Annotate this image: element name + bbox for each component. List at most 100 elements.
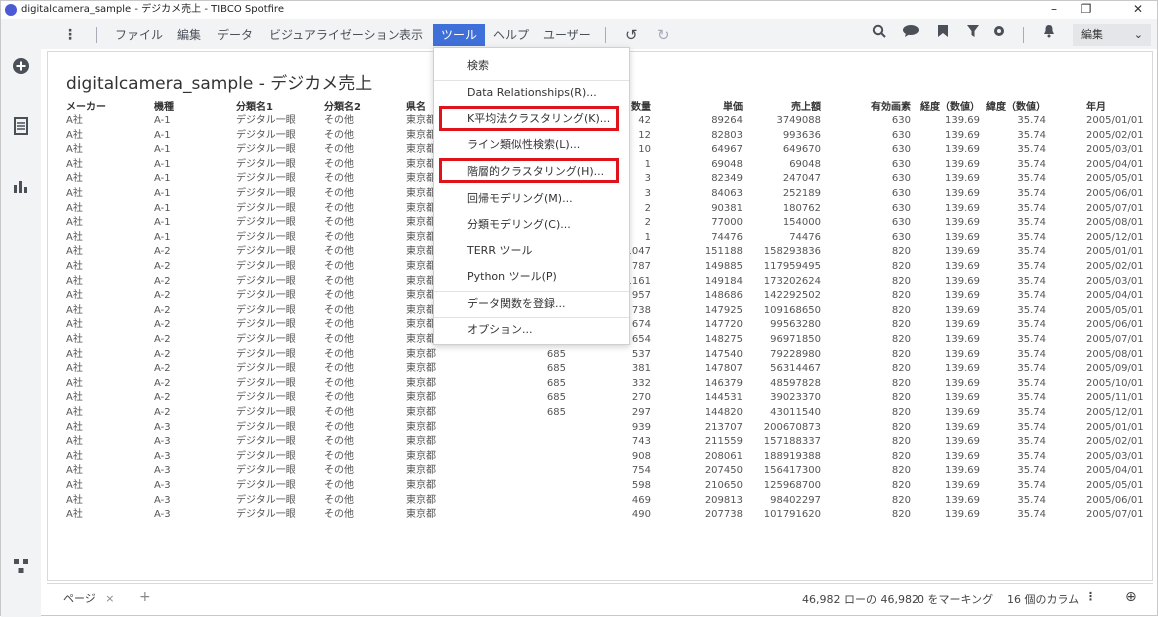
column-header[interactable]: 単価: [686, 98, 743, 113]
menu-tools[interactable]: ツール: [433, 24, 486, 46]
tree-icon[interactable]: [9, 557, 33, 581]
table-row[interactable]: A社 A-3 デジタル一眼 その他 東京都 754 207450 156417300 820 13…: [66, 464, 1146, 479]
globe-icon[interactable]: ⊕: [1125, 589, 1137, 605]
menu-visualization[interactable]: ビジュアライゼーション: [269, 24, 400, 46]
table-cell: A社: [66, 275, 83, 287]
table-cell: 35.74: [1017, 304, 1046, 316]
table-cell: 2005/08/01: [1086, 348, 1144, 360]
table-cell: 139.69: [945, 129, 980, 141]
table-row[interactable]: A社 A-3 デジタル一眼 その他 東京都 908 208061 188919388 820 13…: [66, 450, 1146, 465]
column-header[interactable]: 分類名1: [236, 98, 316, 113]
column-header[interactable]: 経度（数値）: [918, 98, 980, 113]
table-cell: 2005/03/01: [1086, 450, 1144, 462]
menu-item-register-data-functions[interactable]: データ関数を登録...: [434, 292, 629, 316]
table-cell: A社: [66, 261, 83, 272]
table-cell: 90381: [711, 202, 743, 214]
bookmark-icon[interactable]: [933, 24, 953, 44]
table-cell: 297: [631, 407, 651, 418]
table-cell: A社: [66, 436, 83, 448]
title-bar: digitalcamera_sample - デジカメ売上 - TIBCO Sp…: [1, 1, 1157, 19]
table-row[interactable]: A社 A-3 デジタル一眼 その他 東京都 598 210650 125968700 820 13…: [66, 479, 1146, 494]
table-row[interactable]: A社 A-2 デジタル一眼 その他 東京都 685 270 144531 39023370 820…: [66, 391, 1146, 406]
table-cell: 211559: [704, 436, 743, 448]
table-cell: A-2: [154, 348, 171, 360]
menu-file[interactable]: ファイル: [115, 24, 163, 46]
table-cell: デジタル一眼: [236, 246, 296, 258]
restore-button[interactable]: ❐: [1071, 1, 1101, 19]
menu-edit[interactable]: 編集: [177, 24, 201, 46]
table-cell: 148275: [704, 334, 743, 345]
table-cell: 381: [631, 363, 651, 375]
column-header[interactable]: 機種: [154, 98, 204, 113]
table-cell: 東京都: [406, 202, 436, 214]
table-cell: 2005/07/01: [1086, 509, 1144, 521]
undo-icon[interactable]: ↺: [625, 24, 638, 46]
table-cell: 35.74: [1017, 480, 1046, 491]
table-cell: 35.74: [1017, 246, 1046, 258]
table-row[interactable]: A社 A-2 デジタル一眼 その他 東京都 685 381 147807 56314467 820…: [66, 362, 1146, 377]
table-cell: デジタル一眼: [236, 304, 296, 316]
column-header[interactable]: 緯度（数値）: [986, 98, 1046, 113]
close-window-button[interactable]: ✕: [1123, 1, 1153, 19]
table-row[interactable]: A社 A-3 デジタル一眼 その他 東京都 490 207738 101791620 820 13…: [66, 508, 1146, 523]
page-tab[interactable]: ページ ×: [63, 590, 115, 606]
menu-item-classification-modeling[interactable]: 分類モデリング(C)...: [434, 213, 629, 237]
menu-data[interactable]: データ: [217, 24, 253, 46]
table-cell: A社: [66, 173, 83, 185]
search-icon[interactable]: [869, 24, 889, 44]
filter-icon[interactable]: [963, 24, 983, 44]
more-options-icon[interactable]: ⋮: [1085, 590, 1096, 603]
add-icon[interactable]: [9, 57, 33, 81]
table-row[interactable]: A社 A-3 デジタル一眼 その他 東京都 469 209813 98402297 820 139…: [66, 494, 1146, 509]
table-cell: 東京都: [406, 334, 436, 345]
menu-item-python-tools[interactable]: Python ツール(P): [434, 265, 629, 289]
kebab-menu-icon[interactable]: ⋮: [63, 24, 77, 46]
table-row[interactable]: A社 A-2 デジタル一眼 その他 東京都 685 297 144820 43011540 820…: [66, 406, 1146, 421]
table-cell: 84063: [711, 188, 743, 199]
redo-icon[interactable]: ↻: [657, 24, 670, 46]
table-cell: 630: [891, 144, 911, 156]
data-table-icon[interactable]: [9, 117, 33, 141]
column-header[interactable]: 県名: [406, 98, 436, 113]
table-cell: 147540: [704, 348, 743, 360]
menu-item-search[interactable]: 検索: [434, 54, 629, 78]
menu-item-terr-tools[interactable]: TERR ツール: [434, 239, 629, 263]
close-icon[interactable]: ×: [105, 592, 114, 605]
table-cell: 東京都: [406, 421, 436, 433]
menu-item-line-similarity[interactable]: ライン類似性検索(L)...: [434, 133, 629, 157]
menu-item-data-relationships[interactable]: Data Relationships(R)...: [434, 81, 629, 105]
table-cell: 東京都: [406, 377, 436, 389]
menu-view[interactable]: 表示: [399, 24, 423, 46]
column-header[interactable]: 売上額: [756, 98, 821, 113]
table-cell: 820: [891, 436, 911, 448]
menu-user[interactable]: ユーザー: [543, 24, 591, 46]
table-cell: 685: [546, 348, 566, 360]
table-row[interactable]: A社 A-3 デジタル一眼 その他 東京都 743 211559 157188337 820 13…: [66, 435, 1146, 450]
menu-item-options[interactable]: オプション...: [434, 318, 629, 342]
table-cell: 146379: [704, 377, 743, 389]
bar-chart-icon[interactable]: [9, 177, 33, 201]
column-header[interactable]: 分類名2: [324, 98, 384, 113]
column-header[interactable]: 有効画素: [846, 98, 911, 113]
table-cell: その他: [324, 494, 354, 506]
minimize-button[interactable]: –: [1039, 1, 1069, 19]
column-header[interactable]: 年月: [1086, 98, 1146, 113]
table-cell: A-2: [154, 290, 171, 302]
table-row[interactable]: A社 A-2 デジタル一眼 その他 東京都 685 332 146379 48597828 820…: [66, 377, 1146, 392]
bell-icon[interactable]: [1039, 24, 1059, 44]
menu-bar: ⋮ ファイル 編集 データ ビジュアライゼーション 表示 ツール ヘルプ ユーザ…: [1, 19, 1157, 49]
menu-help[interactable]: ヘルプ: [493, 24, 529, 46]
table-row[interactable]: A社 A-2 デジタル一眼 その他 東京都 685 537 147540 79228980 820…: [66, 348, 1146, 363]
table-cell: 35.74: [1017, 377, 1046, 389]
table-cell: デジタル一眼: [236, 377, 296, 389]
table-row[interactable]: A社 A-3 デジタル一眼 その他 東京都 939 213707 200670873 820 13…: [66, 421, 1146, 436]
settings-icon[interactable]: [989, 24, 1009, 44]
edit-mode-dropdown[interactable]: 編集 ⌄: [1073, 24, 1151, 46]
table-cell: 2005/07/01: [1086, 202, 1144, 214]
menu-item-regression-modeling[interactable]: 回帰モデリング(M)...: [434, 187, 629, 211]
column-header[interactable]: メーカー: [66, 98, 126, 113]
comment-icon[interactable]: [901, 24, 921, 44]
table-cell: その他: [324, 319, 354, 331]
add-page-button[interactable]: +: [139, 589, 151, 605]
table-cell: 139.69: [945, 407, 980, 418]
